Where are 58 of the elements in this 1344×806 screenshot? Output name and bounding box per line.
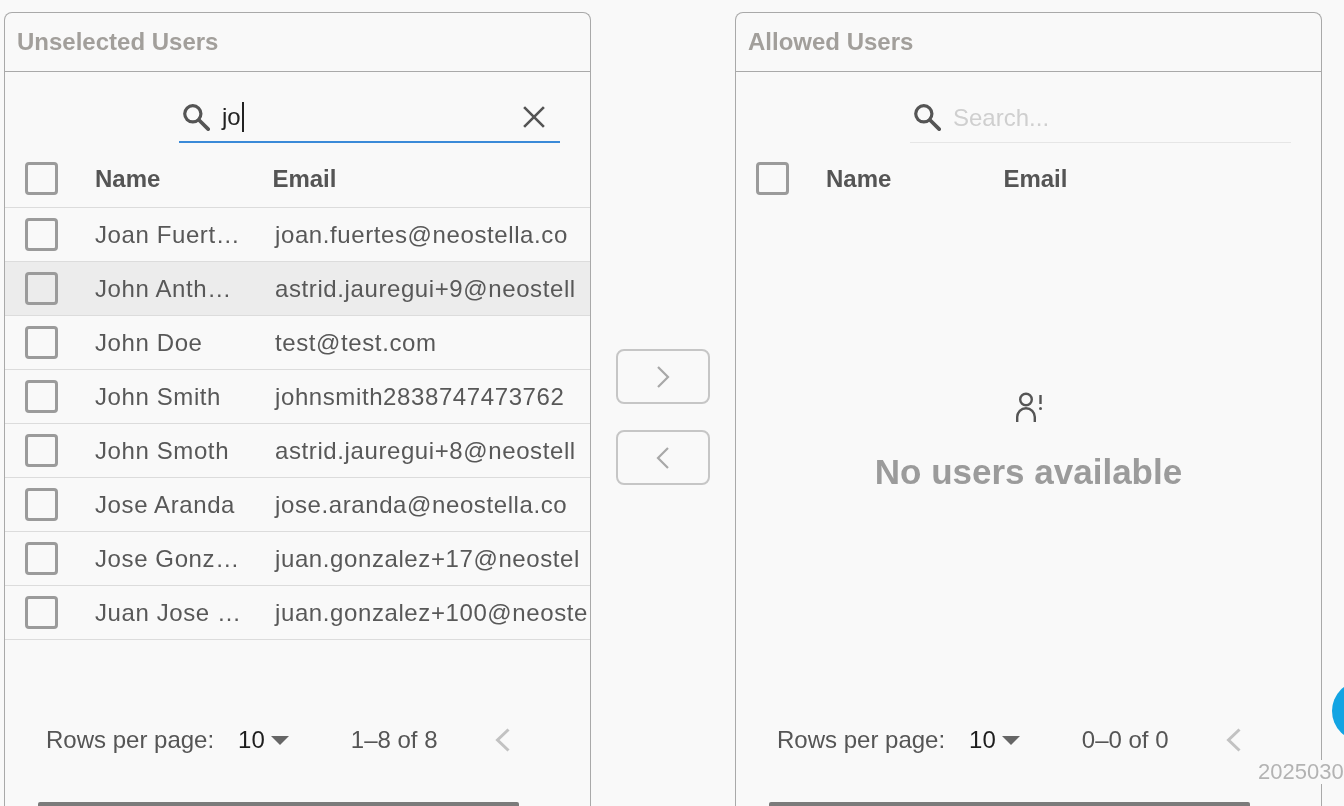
caret-icon (1001, 735, 1020, 745)
rows-per-page-select[interactable]: 10 (238, 726, 289, 754)
table-row[interactable]: Jose Aranda jose.aranda@neostella.co (5, 478, 590, 532)
page-range-text: 0–0 of 0 (1081, 726, 1169, 754)
table-row[interactable]: John Anth… astrid.jauregui+9@neostell (5, 262, 590, 316)
search-field[interactable]: jo (179, 93, 560, 143)
row-checkbox[interactable] (25, 488, 58, 521)
scrollbar-thumb[interactable] (769, 802, 1250, 806)
chevron-right-icon (656, 364, 670, 389)
table-row[interactable]: Jose Gonz… juan.gonzalez+17@neostel (5, 532, 590, 586)
chevron-left-icon (656, 445, 670, 470)
rows-per-page-label: Rows per page: (46, 726, 215, 754)
table-cell: test@test.com (275, 328, 437, 357)
table-cell-text: John Smith (95, 382, 223, 411)
row-checkbox[interactable] (25, 596, 58, 629)
select-all-checkbox[interactable] (756, 162, 789, 195)
column-header: Name (826, 164, 892, 193)
search-icon (914, 104, 941, 131)
table-cell-text: Jose Aranda (95, 490, 237, 519)
scrollbar-thumb[interactable] (38, 802, 519, 806)
search-icon (183, 103, 210, 131)
table-cell-text: Juan Jose … (95, 598, 243, 627)
table-cell: joan.fuertes@neostella.co (275, 220, 568, 249)
row-checkbox[interactable] (25, 434, 58, 467)
table-row[interactable]: John Doe test@test.com (5, 316, 590, 370)
column-header: Email (1003, 164, 1068, 193)
panel-title: Allowed Users (748, 28, 914, 56)
rows-per-page-select[interactable]: 10 (969, 726, 1020, 754)
user-alert-icon (1014, 392, 1043, 422)
row-checkbox[interactable] (25, 380, 58, 413)
row-checkbox[interactable] (25, 542, 58, 575)
table-row[interactable]: Juan Jose … juan.gonzalez+100@neoste (5, 586, 590, 640)
table-row[interactable]: John Smith johnsmith2838747473762 (5, 370, 590, 424)
rows-per-page-label: Rows per page: (777, 726, 946, 754)
build-label: 2025030 (1258, 760, 1344, 784)
table-cell-text: Joan Fuert… (95, 220, 242, 249)
table-cell: jose.aranda@neostella.co (275, 490, 568, 519)
table-cell-text: John Smoth (95, 436, 231, 465)
table-cell-text: John Anth… (95, 274, 233, 303)
panel-title: Unselected Users (17, 28, 219, 56)
table-cell: juan.gonzalez+100@neoste (275, 598, 588, 627)
empty-state-message: No users available (874, 452, 1183, 492)
close-icon[interactable] (523, 106, 545, 128)
select-all-checkbox[interactable] (25, 162, 58, 195)
row-checkbox[interactable] (25, 272, 58, 305)
table-cell-text: Jose Gonz… (95, 544, 241, 573)
column-header: Email (272, 164, 337, 193)
table-cell: juan.gonzalez+17@neostel (275, 544, 580, 573)
table-row[interactable]: John Smoth astrid.jauregui+8@neostell (5, 424, 590, 478)
column-header: Name (95, 164, 161, 193)
row-checkbox[interactable] (25, 218, 58, 251)
page-range-text: 1–8 of 8 (350, 726, 438, 754)
caret-icon (270, 735, 289, 745)
table-cell: astrid.jauregui+8@neostell (275, 436, 576, 465)
table-cell: johnsmith2838747473762 (275, 382, 565, 411)
table-cell: astrid.jauregui+9@neostell (275, 274, 576, 303)
row-checkbox[interactable] (25, 326, 58, 359)
table-cell-text: John Doe (95, 328, 204, 357)
